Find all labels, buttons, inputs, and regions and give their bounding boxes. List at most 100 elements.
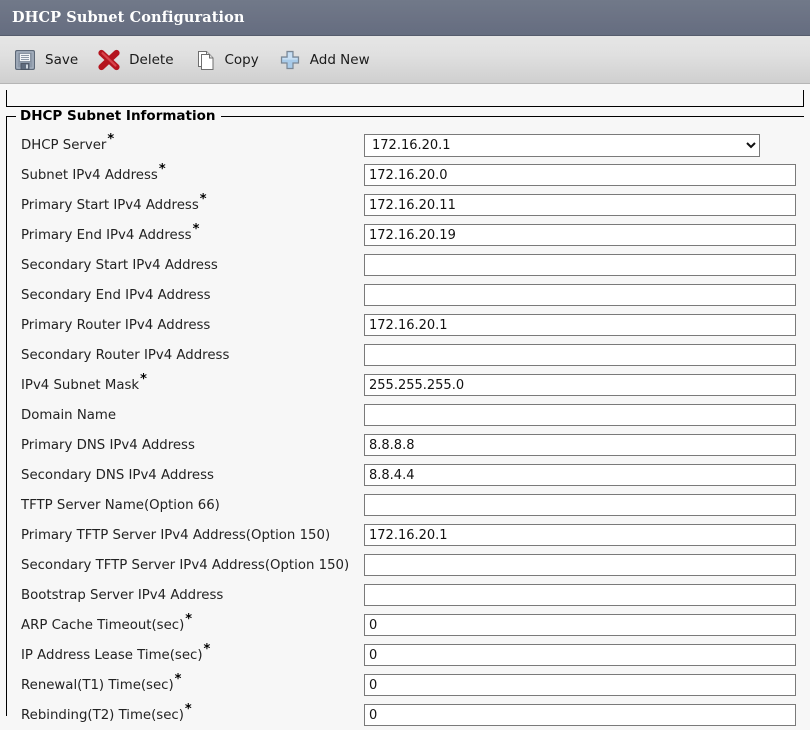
- required-asterisk: *: [192, 222, 200, 238]
- delete-cross-icon: [96, 47, 122, 73]
- field-label-text: Subnet IPv4 Address: [21, 167, 158, 183]
- field-control-cell: [364, 614, 804, 636]
- panel-top-edge: [6, 90, 804, 107]
- required-asterisk: *: [140, 372, 147, 388]
- field-control-cell: [364, 464, 804, 486]
- field-control-cell: [364, 434, 804, 456]
- save-floppy-icon: [12, 47, 38, 73]
- field-control-cell: [364, 194, 804, 216]
- required-asterisk: *: [203, 642, 211, 658]
- field-label-text: Domain Name: [21, 407, 117, 423]
- field-input[interactable]: [364, 554, 796, 576]
- required-asterisk: *: [184, 702, 192, 718]
- field-label: Rebinding(T2) Time(sec)*: [7, 703, 364, 723]
- field-label: Primary TFTP Server IPv4 Address(Option …: [7, 528, 364, 543]
- form-row: Primary DNS IPv4 Address: [7, 430, 804, 460]
- field-label-text: Primary End IPv4 Address: [21, 227, 192, 243]
- field-label: IP Address Lease Time(sec)*: [7, 643, 364, 663]
- form-row: Secondary TFTP Server IPv4 Address(Optio…: [7, 550, 804, 580]
- field-input[interactable]: [364, 524, 796, 546]
- dhcp-server-select[interactable]: 172.16.20.1: [364, 133, 760, 157]
- field-label-text: ARP Cache Timeout(sec): [21, 617, 185, 633]
- action-toolbar: Save Delete Copy Add New: [0, 36, 810, 84]
- add-new-button-label: Add New: [309, 51, 370, 68]
- field-label: TFTP Server Name(Option 66): [7, 498, 364, 513]
- field-input[interactable]: [364, 224, 796, 246]
- field-label-text: Primary DNS IPv4 Address: [21, 437, 195, 453]
- field-label-text: Rebinding(T2) Time(sec): [21, 707, 184, 723]
- field-input[interactable]: [364, 584, 796, 606]
- field-control-cell: [364, 584, 804, 606]
- field-label-text: IPv4 Subnet Mask: [21, 377, 140, 393]
- field-control-cell: [364, 284, 804, 306]
- form-row: Renewal(T1) Time(sec)*: [7, 670, 804, 700]
- field-input[interactable]: [364, 704, 796, 726]
- field-input[interactable]: [364, 164, 796, 186]
- field-label-text: Primary Router IPv4 Address: [21, 317, 211, 333]
- form-row: Subnet IPv4 Address*: [7, 160, 804, 190]
- required-asterisk: *: [174, 672, 182, 688]
- field-input[interactable]: [364, 644, 796, 666]
- field-control-cell: [364, 494, 804, 516]
- field-control-cell: [364, 344, 804, 366]
- field-input[interactable]: [364, 434, 796, 456]
- field-input[interactable]: [364, 614, 796, 636]
- delete-button-label: Delete: [129, 51, 174, 68]
- field-label: Secondary DNS IPv4 Address: [7, 468, 364, 483]
- field-label: Bootstrap Server IPv4 Address: [7, 588, 364, 603]
- field-label-text: IP Address Lease Time(sec): [21, 647, 203, 663]
- field-input[interactable]: [364, 344, 796, 366]
- delete-button[interactable]: Delete: [94, 45, 183, 75]
- field-label: Renewal(T1) Time(sec)*: [7, 673, 364, 693]
- save-button[interactable]: Save: [10, 45, 88, 75]
- field-label: Domain Name: [7, 408, 364, 423]
- field-label-text: TFTP Server Name(Option 66): [21, 497, 220, 513]
- copy-button[interactable]: Copy: [190, 45, 269, 75]
- field-control-cell: 172.16.20.1: [364, 133, 804, 157]
- form-row: IPv4 Subnet Mask*: [7, 370, 804, 400]
- field-label: Primary DNS IPv4 Address: [7, 438, 364, 453]
- field-label: Secondary Router IPv4 Address: [7, 348, 364, 363]
- form-row: Secondary Start IPv4 Address: [7, 250, 804, 280]
- field-label-text: Primary TFTP Server IPv4 Address(Option …: [21, 527, 331, 543]
- field-input[interactable]: [364, 254, 796, 276]
- field-input[interactable]: [364, 404, 796, 426]
- add-new-button[interactable]: Add New: [275, 45, 380, 75]
- field-input[interactable]: [364, 464, 796, 486]
- field-label-text: DHCP Server: [21, 137, 107, 153]
- form-row: Bootstrap Server IPv4 Address: [7, 580, 804, 610]
- field-control-cell: [364, 554, 804, 576]
- form-row: Secondary Router IPv4 Address: [7, 340, 804, 370]
- fieldset-legend: DHCP Subnet Information: [16, 108, 221, 124]
- dhcp-subnet-information-fieldset: DHCP Subnet Information DHCP Server* 172.…: [6, 108, 804, 726]
- field-label: Secondary TFTP Server IPv4 Address(Optio…: [7, 558, 364, 573]
- field-input[interactable]: [364, 314, 796, 336]
- field-input[interactable]: [364, 374, 796, 396]
- field-label: Secondary End IPv4 Address: [7, 288, 364, 303]
- form-row: Rebinding(T2) Time(sec)*: [7, 700, 804, 730]
- field-input[interactable]: [364, 494, 796, 516]
- field-label: DHCP Server*: [7, 133, 364, 153]
- field-label-text: Renewal(T1) Time(sec): [21, 677, 174, 693]
- form-row: Secondary End IPv4 Address: [7, 280, 804, 310]
- field-label: Primary Router IPv4 Address: [7, 318, 364, 333]
- form-row: Primary Start IPv4 Address*: [7, 190, 804, 220]
- form-row: IP Address Lease Time(sec)*: [7, 640, 804, 670]
- field-input[interactable]: [364, 194, 796, 216]
- add-plus-icon: [277, 47, 303, 73]
- window-title-bar: DHCP Subnet Configuration: [0, 0, 810, 36]
- field-input[interactable]: [364, 284, 796, 306]
- field-label-text: Secondary TFTP Server IPv4 Address(Optio…: [21, 557, 350, 573]
- field-control-cell: [364, 224, 804, 246]
- field-control-cell: [364, 164, 804, 186]
- required-asterisk: *: [158, 162, 166, 178]
- field-rows: DHCP Server* 172.16.20.1 Subnet IPv4 Addre…: [7, 117, 804, 730]
- form-row: Primary Router IPv4 Address: [7, 310, 804, 340]
- form-row: Primary End IPv4 Address*: [7, 220, 804, 250]
- form-row: Domain Name: [7, 400, 804, 430]
- form-row: ARP Cache Timeout(sec)*: [7, 610, 804, 640]
- required-asterisk: *: [185, 612, 193, 628]
- field-control-cell: [364, 254, 804, 276]
- field-label-text: Secondary End IPv4 Address: [21, 287, 211, 303]
- field-input[interactable]: [364, 674, 796, 696]
